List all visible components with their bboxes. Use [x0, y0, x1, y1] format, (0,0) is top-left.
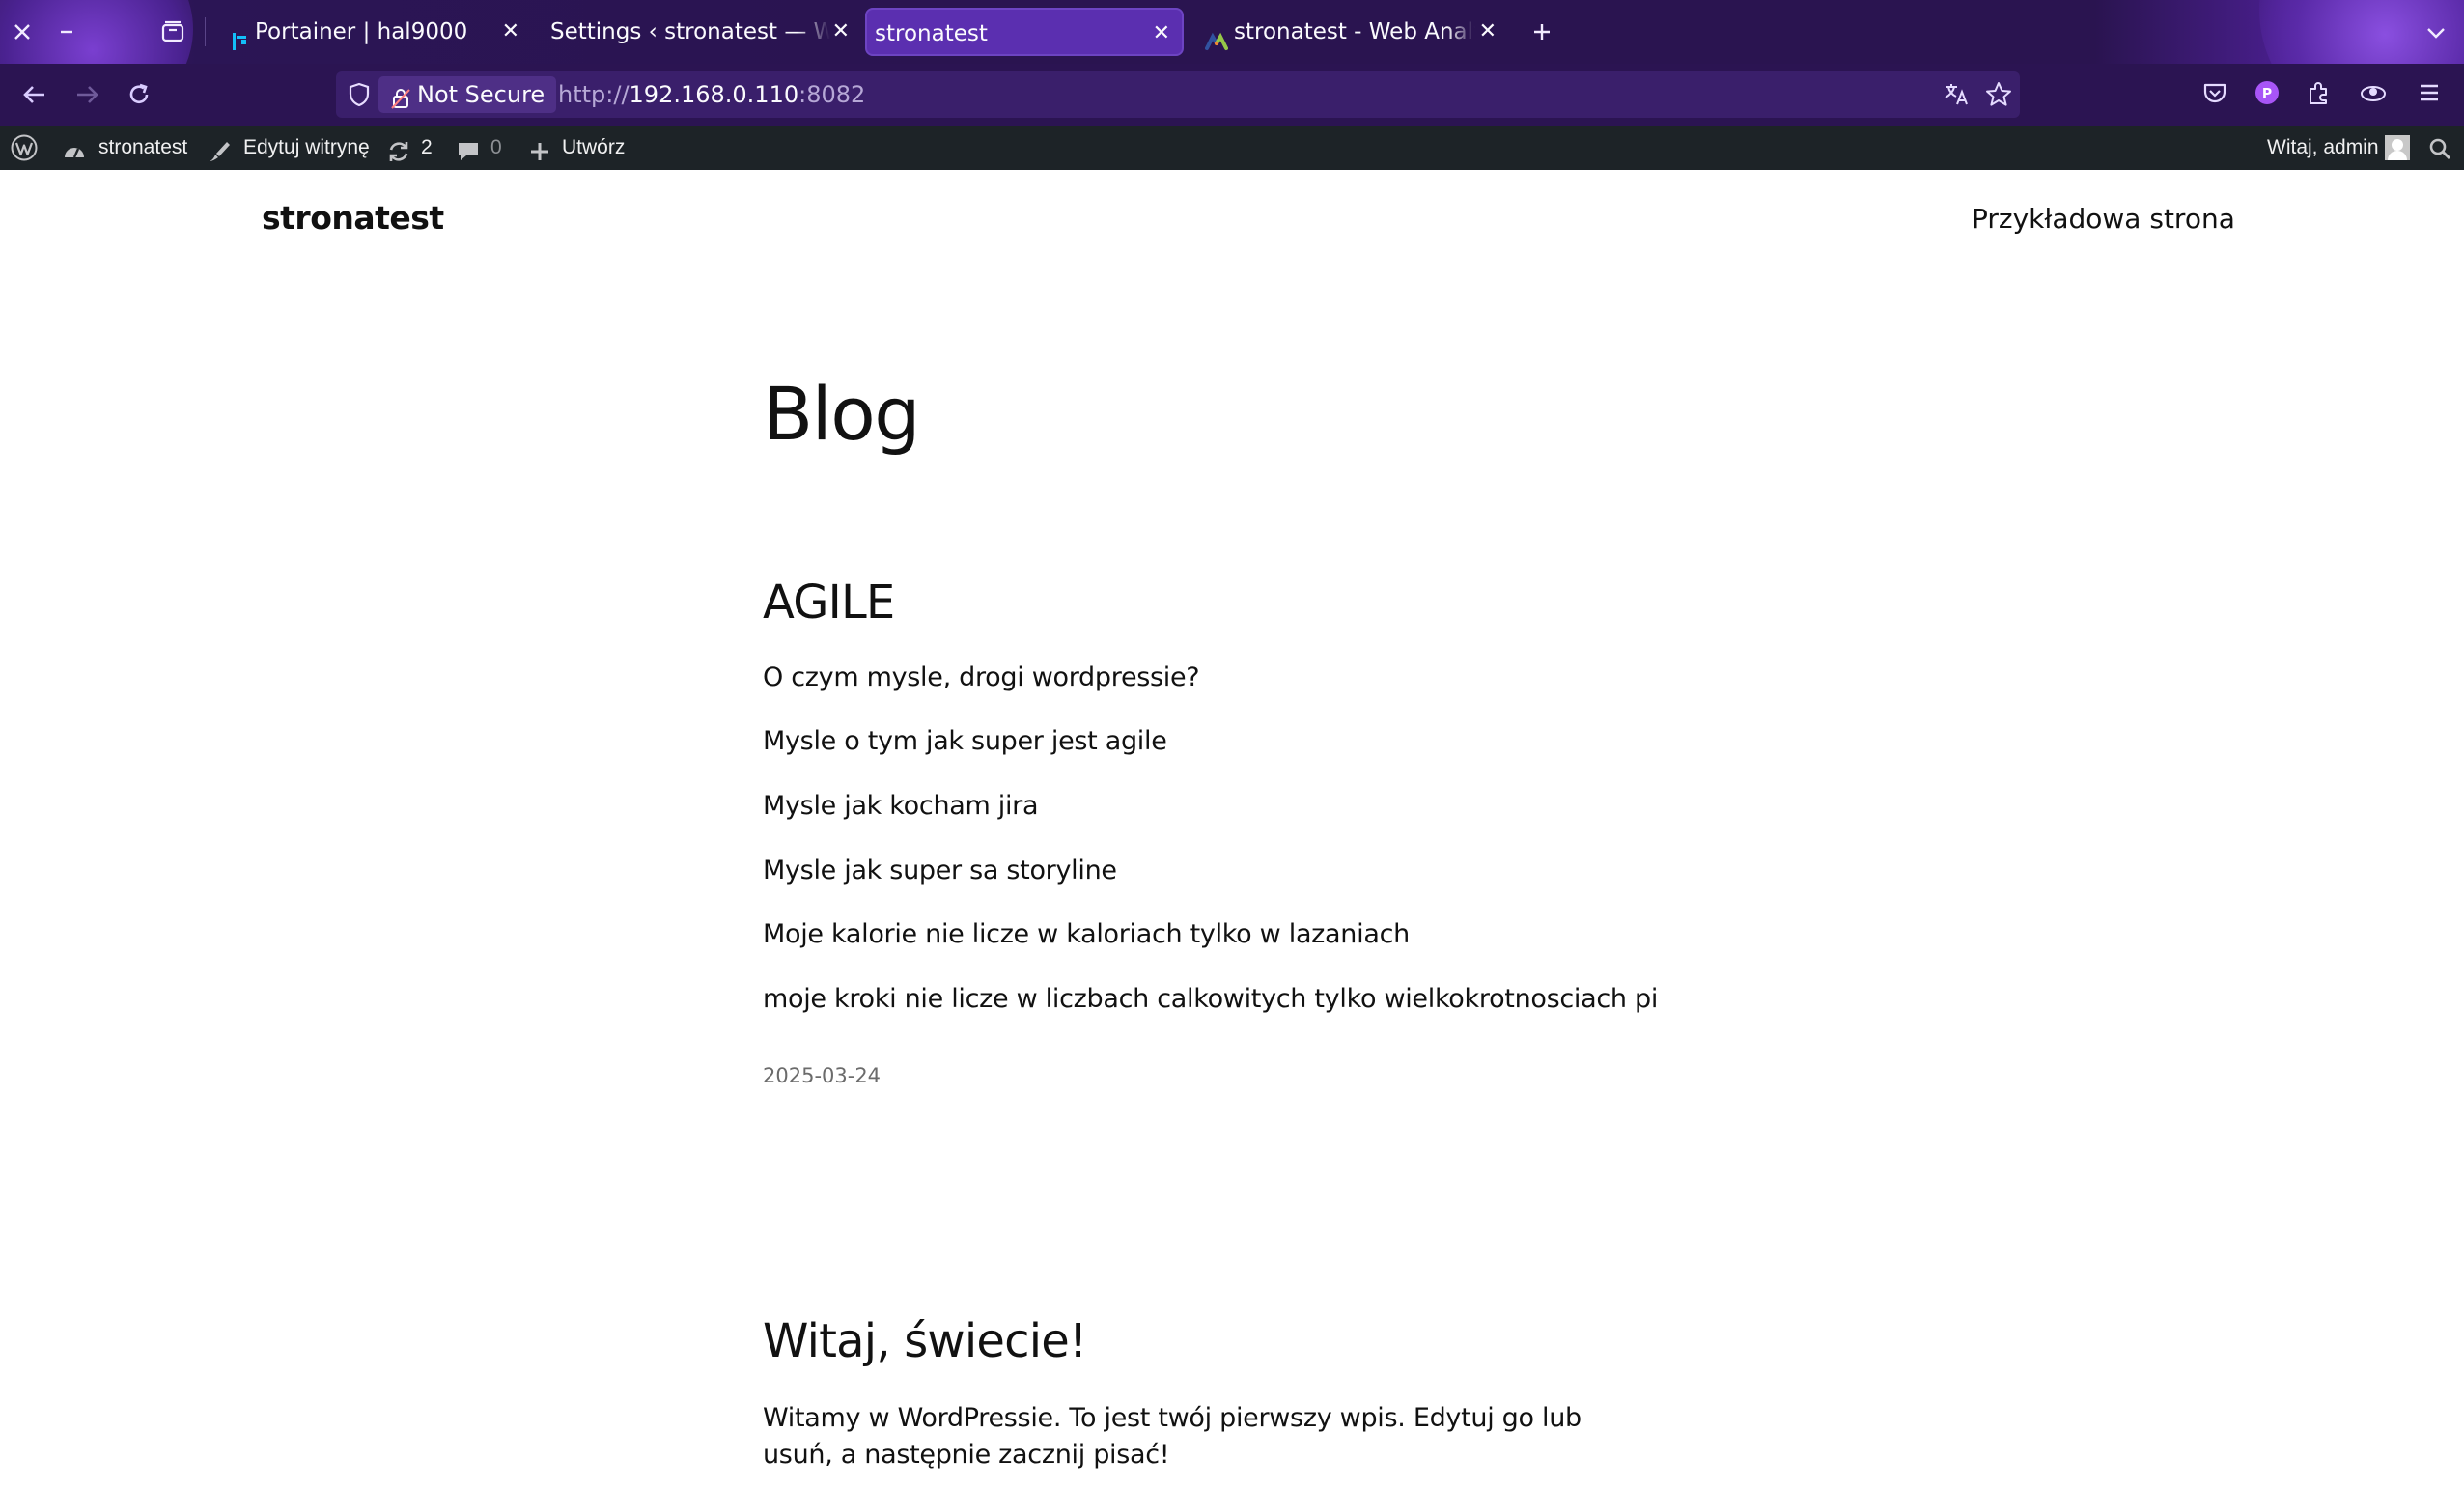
bookmark-star-icon[interactable] [1983, 79, 2014, 110]
wp-admin-bar: stronatest Edytuj witrynę 2 0 Utwórz Wit… [0, 126, 2464, 170]
tab-groups-icon[interactable] [156, 15, 189, 48]
post-line: Mysle jak kocham jira [763, 791, 1039, 821]
comment-bubble-icon [456, 136, 481, 161]
tab-close-icon[interactable]: ✕ [1479, 8, 1497, 56]
pocket-icon[interactable] [2199, 77, 2230, 108]
post-date[interactable]: 2025-03-24 [763, 1064, 881, 1087]
tab-title: stronatest - Web Analytics [1234, 19, 1475, 44]
insecure-lock-icon [390, 84, 411, 109]
tab-title: stronatest [875, 21, 988, 46]
navigation-toolbar: Not Secure http://192.168.0.110:8082 [0, 64, 2464, 126]
new-content-label: Utwórz [562, 136, 626, 158]
post-title[interactable]: Witaj, świecie! [763, 1314, 1087, 1368]
updates-count: 2 [421, 136, 433, 158]
comments-count: 0 [490, 136, 502, 158]
hamburger-menu-icon[interactable] [2414, 77, 2445, 108]
window-minimize-icon[interactable] [50, 15, 83, 48]
new-tab-icon[interactable] [1526, 15, 1558, 48]
back-icon[interactable] [17, 77, 52, 112]
tab-stronatest[interactable]: stronatest ✕ [865, 8, 1184, 56]
tab-title: Portainer | hal9000 [255, 19, 468, 44]
tab-close-icon[interactable]: ✕ [832, 8, 850, 56]
post-line: Mysle jak super sa storyline [763, 856, 1117, 885]
post-line: Moje kalorie nie licze w kaloriach tylko… [763, 919, 1410, 949]
post-excerpt: Witamy w WordPressie. To jest twój pierw… [763, 1403, 1582, 1470]
page-title: Blog [763, 371, 921, 457]
brush-icon [207, 136, 232, 161]
translate-icon[interactable] [1941, 79, 1972, 110]
profile-extension-icon[interactable]: P [2252, 77, 2282, 108]
nav-item-sample-page[interactable]: Przykładowa strona [1972, 203, 2235, 235]
tab-settings[interactable]: Settings ‹ stronatest — WordPress ✕ [533, 8, 861, 56]
admin-site-name: stronatest [98, 136, 188, 158]
page-content: stronatest Przykładowa strona Blog AGILE… [0, 170, 2464, 1489]
window-close-icon[interactable] [6, 15, 39, 48]
portainer-icon [230, 21, 251, 50]
post-title[interactable]: AGILE [763, 576, 895, 630]
url-scheme: http:// [558, 81, 630, 108]
tab-close-icon[interactable]: ✕ [1153, 10, 1170, 54]
forward-icon[interactable] [70, 77, 104, 112]
matomo-icon [1205, 21, 1228, 50]
not-secure-indicator[interactable]: Not Secure [378, 76, 557, 113]
svg-text:P: P [2262, 87, 2272, 102]
site-title[interactable]: stronatest [262, 199, 444, 237]
avatar[interactable] [2385, 135, 2410, 160]
tab-title: Settings ‹ stronatest — WordPress [550, 19, 830, 44]
post-line: O czym mysle, drogi wordpressie? [763, 662, 1200, 692]
extensions-icon[interactable] [2304, 77, 2335, 108]
post-line: moje kroki nie licze w liczbach calkowit… [763, 984, 1659, 1014]
url-text[interactable]: http://192.168.0.110:8082 [558, 71, 865, 118]
tracking-protection-shield-icon[interactable] [346, 81, 373, 108]
updates-refresh-icon [386, 136, 411, 161]
tab-separator [205, 17, 206, 46]
url-bar[interactable]: Not Secure http://192.168.0.110:8082 [336, 71, 2020, 118]
url-host: 192.168.0.110 [629, 81, 799, 108]
dashboard-gauge-icon [62, 136, 87, 161]
tab-web-analytics[interactable]: stronatest - Web Analytics ✕ [1188, 8, 1508, 56]
not-secure-label: Not Secure [417, 81, 546, 108]
wordpress-logo-icon[interactable] [10, 133, 39, 162]
list-all-tabs-icon[interactable] [2420, 15, 2452, 48]
plus-icon [527, 136, 552, 161]
edit-site-label: Edytuj witrynę [243, 136, 370, 158]
search-icon[interactable] [2427, 136, 2452, 161]
firefox-view-icon[interactable] [2358, 77, 2389, 108]
reload-icon[interactable] [122, 77, 156, 112]
tab-close-icon[interactable]: ✕ [502, 8, 519, 56]
my-account-link[interactable]: Witaj, admin [2267, 126, 2379, 170]
url-port: :8082 [798, 81, 866, 108]
browser-tab-strip: Portainer | hal9000 ✕ Settings ‹ stronat… [0, 0, 2464, 64]
tab-portainer[interactable]: Portainer | hal9000 ✕ [212, 8, 531, 56]
greeting-label: Witaj, admin [2267, 136, 2379, 158]
post-line: Mysle o tym jak super jest agile [763, 726, 1167, 756]
